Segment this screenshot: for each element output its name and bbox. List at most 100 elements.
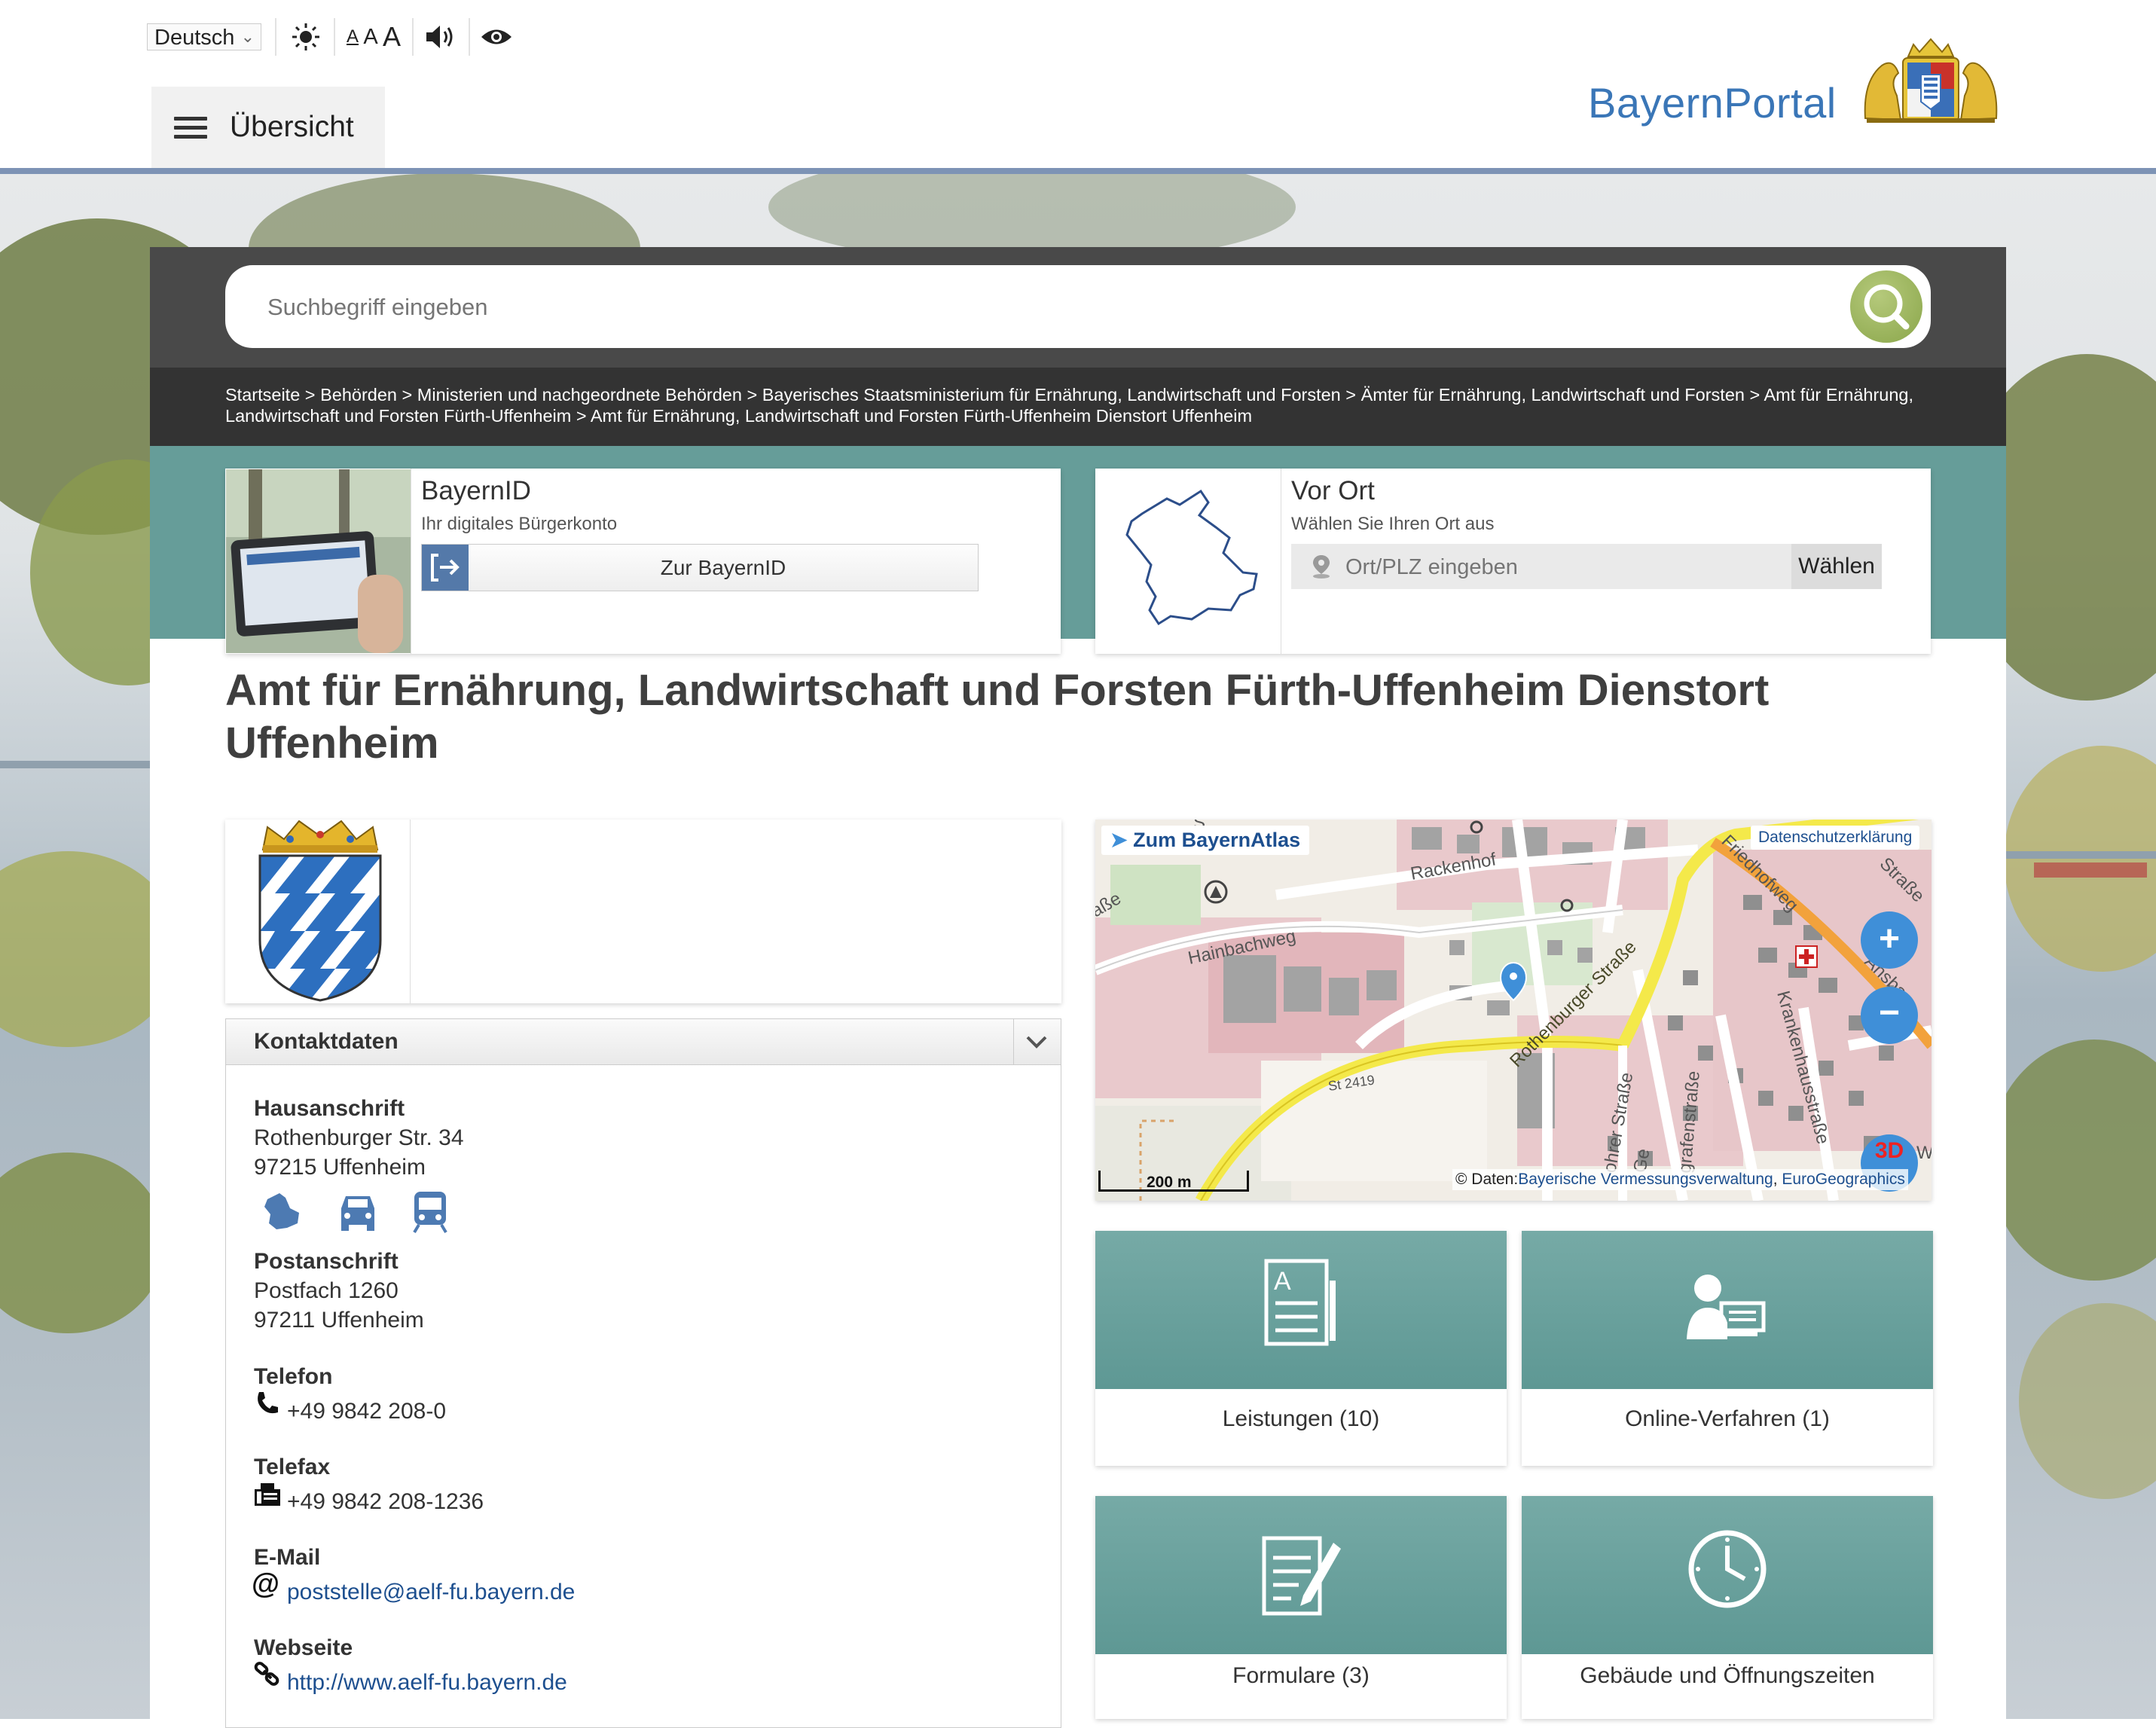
location-map[interactable]: Rackenhof Hainbachweg Rothenburger Straß… <box>1095 820 1932 1201</box>
authority-logo-card <box>225 820 1061 1003</box>
tile-buildings-hours-label: Gebäude und Öffnungszeiten <box>1580 1663 1875 1688</box>
map-attribution: © Daten:Bayerische Vermessungsverwaltung… <box>1452 1169 1908 1190</box>
overview-menu-label: Übersicht <box>230 111 354 143</box>
breadcrumb: Startseite > Behörden > Ministerien und … <box>150 368 2006 446</box>
svg-text:A: A <box>1274 1267 1291 1296</box>
bayernid-button-label: Zur BayernID <box>660 556 786 579</box>
tablet-photo-image <box>226 469 411 653</box>
phone-number[interactable]: +49 9842 208-0 <box>287 1399 446 1424</box>
page-title: Amt für Ernährung, Landwirtschaft und Fo… <box>225 666 1770 768</box>
breadcrumb-item-ministerien[interactable]: Ministerien und nachgeordnete Behörden <box>417 385 742 405</box>
website-link[interactable]: http://www.aelf-fu.bayern.de <box>287 1670 567 1696</box>
privacy-link[interactable]: Datenschutzerklärung <box>1751 826 1920 850</box>
breadcrumb-item-behoerden[interactable]: Behörden <box>320 385 397 405</box>
tile-buildings-hours[interactable]: Gebäude und Öffnungszeiten <box>1522 1496 1933 1719</box>
zoom-out-button[interactable]: − <box>1861 987 1918 1044</box>
postal-box: Postfach 1260 <box>254 1278 399 1303</box>
phone-icon <box>258 1392 278 1414</box>
tile-forms[interactable]: Formulare (3) <box>1095 1496 1507 1719</box>
chevron-down-icon[interactable] <box>1013 1019 1061 1064</box>
postal-address-label: Postanschrift <box>254 1249 399 1274</box>
house-city: 97215 Uffenheim <box>254 1155 426 1180</box>
contact-header-label: Kontaktdaten <box>254 1029 399 1054</box>
person-computer-icon <box>1687 1275 1766 1339</box>
location-input[interactable] <box>1344 550 1784 585</box>
location-field[interactable] <box>1291 544 1791 589</box>
font-large-label: A <box>382 21 401 52</box>
search-button[interactable] <box>1850 270 1922 343</box>
overview-menu-button[interactable]: Übersicht <box>151 87 385 168</box>
bayernid-subtitle: Ihr digitales Bürgerkonto <box>421 514 618 534</box>
bavaria-map-icon[interactable] <box>260 1190 304 1234</box>
tile-services[interactable]: A Leistungen (10) <box>1095 1231 1507 1466</box>
font-size-small[interactable]: A <box>343 18 362 56</box>
header-divider <box>0 168 2156 174</box>
house-address-label: Hausanschrift <box>254 1096 405 1121</box>
fax-icon <box>255 1483 280 1506</box>
at-icon: @ <box>252 1568 280 1600</box>
bayernatlas-link-label: Zum BayernAtlas <box>1133 829 1301 851</box>
tile-forms-label: Formulare (3) <box>1232 1663 1370 1688</box>
document-list-icon: A <box>1264 1259 1336 1346</box>
search-input[interactable] <box>266 283 1776 331</box>
toolbar-separator <box>334 18 335 56</box>
bayernid-login-button[interactable]: Zur BayernID <box>421 544 979 591</box>
search-field[interactable] <box>225 265 1931 348</box>
vor-ort-subtitle: Wählen Sie Ihren Ort aus <box>1291 514 1495 534</box>
bavarian-coat-of-arms-logo[interactable] <box>1859 35 2002 124</box>
map-attribution-link-1[interactable]: Bayerische Vermessungsverwaltung <box>1518 1171 1773 1188</box>
eye-icon <box>481 29 512 44</box>
tile-online-procedures-label: Online-Verfahren (1) <box>1625 1406 1830 1431</box>
language-select[interactable]: Deutsch ⌄ <box>147 23 261 50</box>
map-canvas[interactable]: Rackenhof Hainbachweg Rothenburger Straß… <box>1095 820 1932 1201</box>
brightness-icon <box>292 23 319 50</box>
link-chain-icon <box>254 1662 279 1686</box>
fax-label: Telefax <box>254 1455 331 1479</box>
house-street: Rothenburger Str. 34 <box>254 1125 464 1150</box>
speaker-icon <box>426 26 453 48</box>
brand-logo-text[interactable]: BayernPortal <box>1588 78 1837 127</box>
tile-online-procedures[interactable]: Online-Verfahren (1) <box>1522 1231 1933 1466</box>
website-label: Webseite <box>254 1635 353 1660</box>
tile-header: A <box>1095 1231 1507 1389</box>
breadcrumb-item-staatsministerium[interactable]: Bayerisches Staatsministerium für Ernähr… <box>762 385 1341 405</box>
font-size-medium[interactable]: A <box>361 18 380 56</box>
clock-icon <box>1688 1530 1767 1608</box>
fax-number: +49 9842 208-1236 <box>287 1489 484 1514</box>
tile-services-label: Leistungen (10) <box>1222 1406 1380 1431</box>
toolbar-separator <box>275 18 276 56</box>
map-street-w: W <box>1916 1143 1932 1163</box>
accessibility-view-button[interactable] <box>478 18 515 56</box>
map-attribution-separator: , <box>1773 1171 1778 1188</box>
card-divider <box>410 820 411 1003</box>
map-attribution-prefix: © Daten: <box>1455 1171 1519 1188</box>
bayernid-title: BayernID <box>421 476 531 505</box>
read-aloud-button[interactable] <box>422 18 460 56</box>
contact-accordion-header[interactable]: Kontaktdaten <box>225 1018 1061 1065</box>
bayernatlas-arrow-icon: ➤ <box>1110 829 1134 851</box>
contrast-toggle[interactable] <box>285 18 327 56</box>
font-size-large[interactable]: A <box>380 18 404 56</box>
bavarian-diamond-shield-logo <box>258 820 382 1002</box>
public-transport-icon[interactable] <box>410 1189 450 1234</box>
login-arrow-icon <box>422 545 469 591</box>
map-scale-label: 200 m <box>1147 1174 1192 1191</box>
toolbar-separator <box>469 18 470 56</box>
breadcrumb-item-startseite[interactable]: Startseite <box>225 385 300 405</box>
font-medium-label: A <box>363 24 378 49</box>
tile-header <box>1522 1231 1933 1389</box>
breadcrumb-item-aemter[interactable]: Ämter für Ernährung, Landwirtschaft und … <box>1361 385 1745 405</box>
form-pen-icon <box>1262 1536 1341 1616</box>
zoom-in-button[interactable]: + <box>1861 911 1918 969</box>
car-route-icon[interactable] <box>334 1190 382 1234</box>
postal-city: 97211 Uffenheim <box>254 1308 424 1333</box>
location-choose-button[interactable]: Wählen <box>1791 544 1882 589</box>
breadcrumb-item-current: Amt für Ernährung, Landwirtschaft und Fo… <box>590 406 1253 426</box>
chevron-down-icon: ⌄ <box>240 27 255 46</box>
email-label: E-Mail <box>254 1545 321 1570</box>
location-pin-icon <box>1313 555 1330 579</box>
email-link[interactable]: poststelle@aelf-fu.bayern.de <box>287 1580 575 1605</box>
phone-label: Telefon <box>254 1364 333 1389</box>
bayernatlas-link[interactable]: ➤ Zum BayernAtlas <box>1101 826 1310 855</box>
map-attribution-link-2[interactable]: EuroGeographics <box>1782 1171 1904 1188</box>
